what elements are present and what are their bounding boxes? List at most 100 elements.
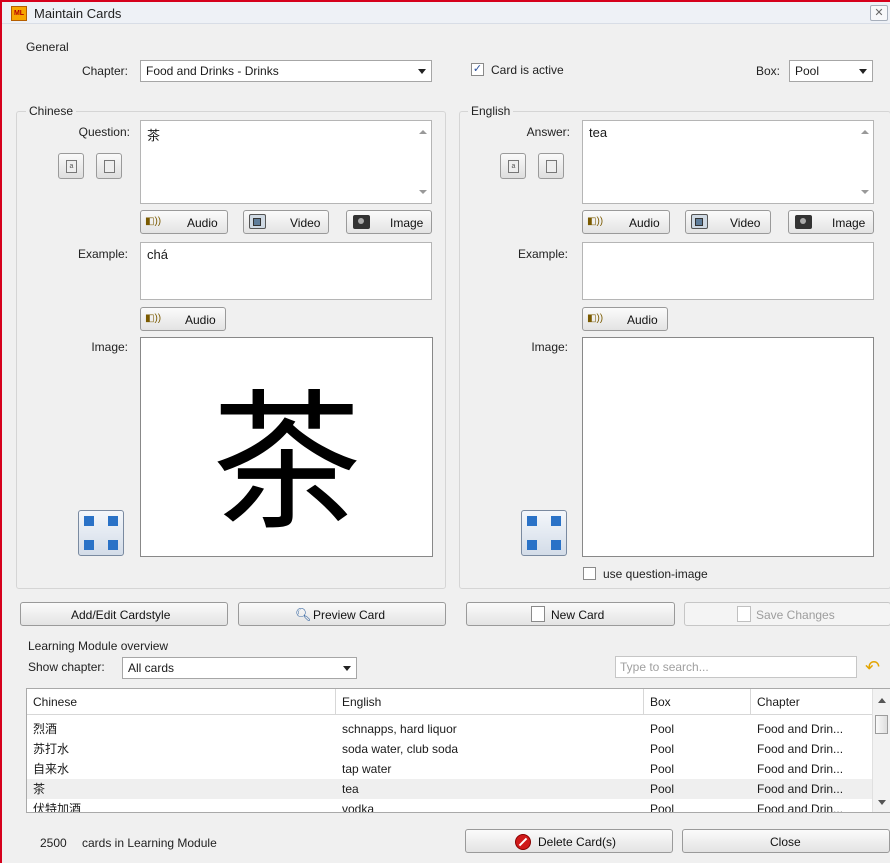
scroll-up-icon[interactable] — [878, 698, 886, 703]
table-row[interactable]: 自来水 tap water Pool Food and Drin... — [27, 759, 874, 779]
table-header: Chinese English Box Chapter — [27, 689, 874, 715]
question-value: 茶 — [147, 128, 161, 143]
answer-scrollbar[interactable] — [856, 121, 873, 203]
add-edit-cardstyle-button[interactable]: Add/Edit Cardstyle — [20, 602, 228, 626]
answer-layout-button[interactable] — [538, 153, 564, 179]
show-chapter-value: All cards — [128, 661, 175, 675]
undo-arrow-icon[interactable]: ↶ — [865, 658, 880, 676]
expand-icon — [527, 516, 537, 526]
question-format-button[interactable]: a — [58, 153, 84, 179]
column-header-chapter[interactable]: Chapter — [751, 689, 874, 715]
expand-icon-corner — [527, 540, 537, 550]
expand-answer-image-button[interactable] — [521, 510, 567, 556]
box-select[interactable]: Pool — [789, 60, 873, 82]
scroll-down-icon[interactable] — [878, 800, 886, 805]
cell-chinese: 自来水 — [33, 762, 70, 776]
cell-chinese: 苏打水 — [33, 742, 70, 756]
question-layout-button[interactable] — [96, 153, 122, 179]
card-count-suffix: cards in Learning Module — [82, 836, 217, 850]
question-image-area[interactable]: 茶 — [140, 337, 433, 557]
question-image-button[interactable]: Image — [346, 210, 432, 234]
cell-english: vodka — [342, 802, 375, 813]
table-scrollbar[interactable] — [872, 689, 890, 812]
camera-icon — [795, 215, 812, 229]
answer-format-button[interactable]: a — [500, 153, 526, 179]
question-audio-button[interactable]: ◧)) Audio — [140, 210, 228, 234]
use-question-image-checkbox[interactable] — [583, 567, 596, 580]
answer-label: Answer: — [526, 125, 570, 139]
table-row[interactable]: 苏打水 soda water, club soda Pool Food and … — [27, 739, 874, 759]
search-input[interactable]: Type to search... — [615, 656, 857, 678]
english-image-label: Image: — [531, 340, 568, 354]
new-card-button[interactable]: New Card — [466, 602, 675, 626]
question-scrollbar[interactable] — [414, 121, 431, 203]
card-active-checkbox[interactable]: ✓ — [471, 63, 484, 76]
expand-icon-corner — [551, 516, 561, 526]
cell-chinese: 烈酒 — [33, 722, 58, 736]
cell-box: Pool — [650, 802, 675, 813]
delete-cards-button[interactable]: Delete Card(s) — [465, 829, 673, 853]
example-audio-button[interactable]: ◧)) Audio — [140, 307, 226, 331]
scroll-up-icon[interactable] — [861, 130, 869, 134]
chapter-select-value: Food and Drinks - Drinks — [146, 64, 279, 78]
save-changes-label: Save Changes — [756, 608, 835, 622]
expand-icon — [84, 516, 94, 526]
cell-chapter: Food and Drin... — [757, 782, 844, 796]
expand-icon-corner — [108, 516, 118, 526]
general-section-label: General — [26, 40, 69, 54]
cell-chapter: Food and Drin... — [757, 722, 844, 736]
card-active-label: Card is active — [491, 63, 564, 77]
image-button-label: Image — [832, 216, 866, 230]
save-edit-icon — [737, 606, 751, 622]
expand-image-button[interactable] — [78, 510, 124, 556]
scroll-down-icon[interactable] — [419, 190, 427, 194]
chinese-example-value: chá — [147, 247, 168, 262]
close-button[interactable]: Close — [682, 829, 890, 853]
image-button-label: Image — [390, 216, 424, 230]
cell-chinese: 茶 — [33, 782, 46, 796]
app-logo-icon: ML — [11, 6, 27, 21]
question-image-glyph: 茶 — [211, 377, 362, 551]
cell-chinese: 伏特加酒 — [33, 802, 82, 813]
question-input[interactable]: 茶 — [140, 120, 432, 204]
audio-button-label: Audio — [185, 313, 216, 327]
answer-video-button[interactable]: Video — [685, 210, 771, 234]
table-row-selected[interactable]: 茶 tea Pool Food and Drin... — [27, 779, 874, 799]
expand-icon-corner — [551, 540, 561, 550]
magnifier-icon: 🔍︎ — [295, 607, 312, 622]
table-row[interactable]: 伏特加酒 vodka Pool Food and Drin... — [27, 799, 874, 813]
chapter-select[interactable]: Food and Drinks - Drinks — [140, 60, 432, 82]
chevron-down-icon — [418, 69, 426, 74]
chevron-down-icon — [343, 666, 351, 671]
answer-image-area[interactable] — [582, 337, 874, 557]
chinese-example-input[interactable]: chá — [140, 242, 432, 300]
layout-icon — [546, 160, 557, 173]
english-example-audio-button[interactable]: ◧)) Audio — [582, 307, 668, 331]
question-video-button[interactable]: Video — [243, 210, 329, 234]
speaker-icon: ◧)) — [587, 313, 604, 324]
new-document-icon — [531, 606, 545, 622]
new-card-label: New Card — [551, 608, 605, 622]
scrollbar-thumb[interactable] — [875, 715, 888, 734]
save-changes-button[interactable]: Save Changes — [684, 602, 890, 626]
answer-image-button[interactable]: Image — [788, 210, 874, 234]
video-button-label: Video — [730, 216, 761, 230]
window-title: Maintain Cards — [34, 6, 122, 21]
answer-input[interactable]: tea — [582, 120, 874, 204]
scroll-up-icon[interactable] — [419, 130, 427, 134]
title-bar: ML Maintain Cards ✕ — [2, 2, 890, 24]
video-button-label: Video — [290, 216, 321, 230]
scroll-down-icon[interactable] — [861, 190, 869, 194]
show-chapter-select[interactable]: All cards — [122, 657, 357, 679]
answer-audio-button[interactable]: ◧)) Audio — [582, 210, 670, 234]
column-header-english[interactable]: English — [336, 689, 644, 715]
english-example-input[interactable] — [582, 242, 874, 300]
column-header-chinese[interactable]: Chinese — [27, 689, 336, 715]
close-icon[interactable]: ✕ — [870, 5, 888, 21]
box-label: Box: — [755, 64, 780, 78]
add-edit-cardstyle-label: Add/Edit Cardstyle — [71, 608, 171, 622]
table-row[interactable]: 烈酒 schnapps, hard liquor Pool Food and D… — [27, 719, 874, 739]
preview-card-button[interactable]: 🔍︎ Preview Card — [238, 602, 446, 626]
question-label: Question: — [78, 125, 130, 139]
column-header-box[interactable]: Box — [644, 689, 751, 715]
